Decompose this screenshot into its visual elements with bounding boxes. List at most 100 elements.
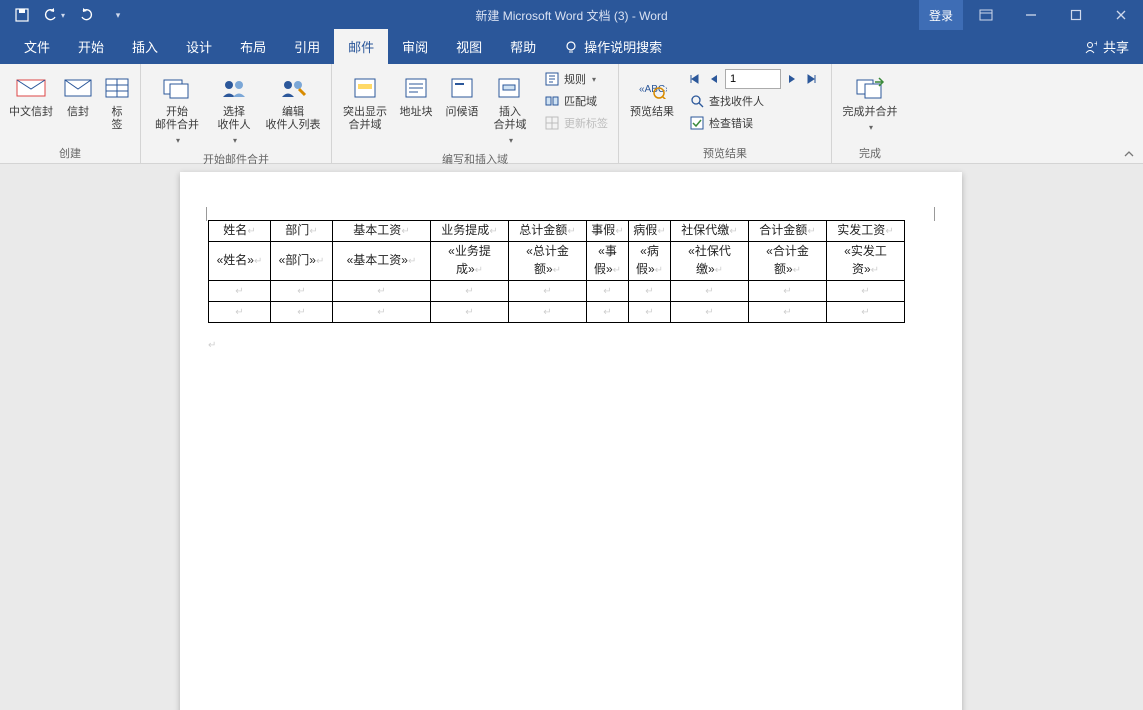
- tab-layout[interactable]: 布局: [226, 29, 280, 64]
- svg-text:+: +: [1094, 40, 1097, 48]
- tab-design[interactable]: 设计: [172, 29, 226, 64]
- maximize-button[interactable]: [1053, 0, 1098, 30]
- match-fields-button[interactable]: 匹配域: [540, 90, 612, 112]
- check-errors-button[interactable]: 检查错误: [685, 112, 825, 134]
- table-cell[interactable]: ↵: [671, 302, 749, 323]
- start-merge-button[interactable]: 开始 邮件合并▾: [147, 68, 207, 151]
- tab-view[interactable]: 视图: [442, 29, 496, 64]
- page[interactable]: 姓名↵部门↵基本工资↵业务提成↵总计金额↵事假↵病假↵社保代缴↵合计金额↵实发工…: [180, 172, 962, 710]
- chevron-down-icon: ▾: [61, 11, 65, 20]
- redo-button[interactable]: [72, 3, 100, 27]
- share-icon: +: [1083, 40, 1097, 54]
- next-icon: [787, 73, 797, 85]
- table-cell[interactable]: ↵: [333, 302, 431, 323]
- table-cell[interactable]: ↵: [271, 281, 333, 302]
- table-cell[interactable]: ↵: [749, 281, 827, 302]
- save-button[interactable]: [8, 3, 36, 27]
- table-cell[interactable]: 合计金额↵: [749, 221, 827, 242]
- edit-people-icon: [277, 72, 309, 104]
- address-block-button[interactable]: 地址块: [394, 68, 438, 123]
- table-cell[interactable]: ↵: [209, 281, 271, 302]
- preview-results-button[interactable]: «ABC» 预览结果: [625, 68, 679, 123]
- table-cell[interactable]: «实发工资»↵: [827, 242, 905, 281]
- collapse-ribbon-button[interactable]: [1123, 149, 1135, 159]
- next-record-button[interactable]: [783, 69, 801, 89]
- finish-merge-button[interactable]: 完成并合并 ▾: [838, 68, 902, 138]
- cn-envelope-button[interactable]: 中文信封: [6, 68, 56, 123]
- greeting-icon: [446, 72, 478, 104]
- merge-table[interactable]: 姓名↵部门↵基本工资↵业务提成↵总计金额↵事假↵病假↵社保代缴↵合计金额↵实发工…: [208, 220, 905, 323]
- table-cell[interactable]: ↵: [509, 302, 587, 323]
- table-cell[interactable]: «部门»↵: [271, 242, 333, 281]
- table-cell[interactable]: ↵: [271, 302, 333, 323]
- tell-me[interactable]: 操作说明搜索: [550, 29, 676, 64]
- ribbon-display-icon: [979, 9, 993, 21]
- table-cell[interactable]: 部门↵: [271, 221, 333, 242]
- tab-mailings[interactable]: 邮件: [334, 29, 388, 64]
- cn-envelope-label: 中文信封: [9, 106, 53, 119]
- table-cell[interactable]: 社保代缴↵: [671, 221, 749, 242]
- close-button[interactable]: [1098, 0, 1143, 30]
- table-cell[interactable]: «社保代缴»↵: [671, 242, 749, 281]
- table-row[interactable]: 姓名↵部门↵基本工资↵业务提成↵总计金额↵事假↵病假↵社保代缴↵合计金额↵实发工…: [209, 221, 905, 242]
- chevron-up-icon: [1123, 149, 1135, 159]
- highlight-fields-button[interactable]: 突出显示 合并域: [338, 68, 392, 136]
- share-button[interactable]: + 共享: [1083, 29, 1129, 64]
- table-cell[interactable]: «事假»↵: [587, 242, 629, 281]
- table-cell[interactable]: «合计金额»↵: [749, 242, 827, 281]
- table-cell[interactable]: ↵: [671, 281, 749, 302]
- envelope-button[interactable]: 信封: [58, 68, 98, 123]
- ribbon-display-button[interactable]: [963, 0, 1008, 30]
- minimize-button[interactable]: [1008, 0, 1053, 30]
- table-cell[interactable]: 总计金额↵: [509, 221, 587, 242]
- tab-file[interactable]: 文件: [10, 29, 64, 64]
- insert-field-button[interactable]: 插入 合并域▾: [486, 68, 534, 151]
- preview-results-label: 预览结果: [630, 106, 674, 119]
- undo-button[interactable]: ▾: [40, 3, 68, 27]
- table-cell[interactable]: ↵: [333, 281, 431, 302]
- table-cell[interactable]: ↵: [587, 281, 629, 302]
- table-cell[interactable]: ↵: [509, 281, 587, 302]
- table-cell[interactable]: ↵: [431, 302, 509, 323]
- table-cell[interactable]: ↵: [827, 302, 905, 323]
- tab-review[interactable]: 审阅: [388, 29, 442, 64]
- table-cell[interactable]: ↵: [629, 281, 671, 302]
- login-button[interactable]: 登录: [919, 0, 963, 30]
- table-cell[interactable]: ↵: [587, 302, 629, 323]
- table-cell[interactable]: 病假↵: [629, 221, 671, 242]
- table-cell[interactable]: 实发工资↵: [827, 221, 905, 242]
- check-errors-label: 检查错误: [709, 115, 753, 131]
- greeting-button[interactable]: 问候语: [440, 68, 484, 123]
- table-row[interactable]: ↵↵↵↵↵↵↵↵↵↵: [209, 281, 905, 302]
- table-cell[interactable]: ↵: [209, 302, 271, 323]
- table-cell[interactable]: «姓名»↵: [209, 242, 271, 281]
- table-cell[interactable]: 姓名↵: [209, 221, 271, 242]
- table-cell[interactable]: ↵: [749, 302, 827, 323]
- find-recipient-button[interactable]: 查找收件人: [685, 90, 825, 112]
- edit-recipients-button[interactable]: 编辑 收件人列表: [261, 68, 325, 136]
- labels-button[interactable]: 标 签: [100, 68, 134, 136]
- qat-customize[interactable]: ▾: [104, 3, 132, 27]
- table-cell[interactable]: «基本工资»↵: [333, 242, 431, 281]
- table-row[interactable]: ↵↵↵↵↵↵↵↵↵↵: [209, 302, 905, 323]
- table-cell[interactable]: «病假»↵: [629, 242, 671, 281]
- table-cell[interactable]: ↵: [629, 302, 671, 323]
- tab-home[interactable]: 开始: [64, 29, 118, 64]
- table-cell[interactable]: 事假↵: [587, 221, 629, 242]
- tab-help[interactable]: 帮助: [496, 29, 550, 64]
- tab-references[interactable]: 引用: [280, 29, 334, 64]
- table-cell[interactable]: 业务提成↵: [431, 221, 509, 242]
- tab-insert[interactable]: 插入: [118, 29, 172, 64]
- select-recipients-button[interactable]: 选择 收件人▾: [209, 68, 259, 151]
- table-cell[interactable]: ↵: [827, 281, 905, 302]
- table-cell[interactable]: ↵: [431, 281, 509, 302]
- last-record-button[interactable]: [803, 69, 821, 89]
- table-cell[interactable]: 基本工资↵: [333, 221, 431, 242]
- record-number-input[interactable]: [725, 69, 781, 89]
- first-record-button[interactable]: [685, 69, 703, 89]
- table-row[interactable]: «姓名»↵«部门»↵«基本工资»↵«业务提成»↵«总计金额»↵«事假»↵«病假»…: [209, 242, 905, 281]
- table-cell[interactable]: «业务提成»↵: [431, 242, 509, 281]
- table-cell[interactable]: «总计金额»↵: [509, 242, 587, 281]
- prev-record-button[interactable]: [705, 69, 723, 89]
- rules-button[interactable]: 规则▾: [540, 68, 612, 90]
